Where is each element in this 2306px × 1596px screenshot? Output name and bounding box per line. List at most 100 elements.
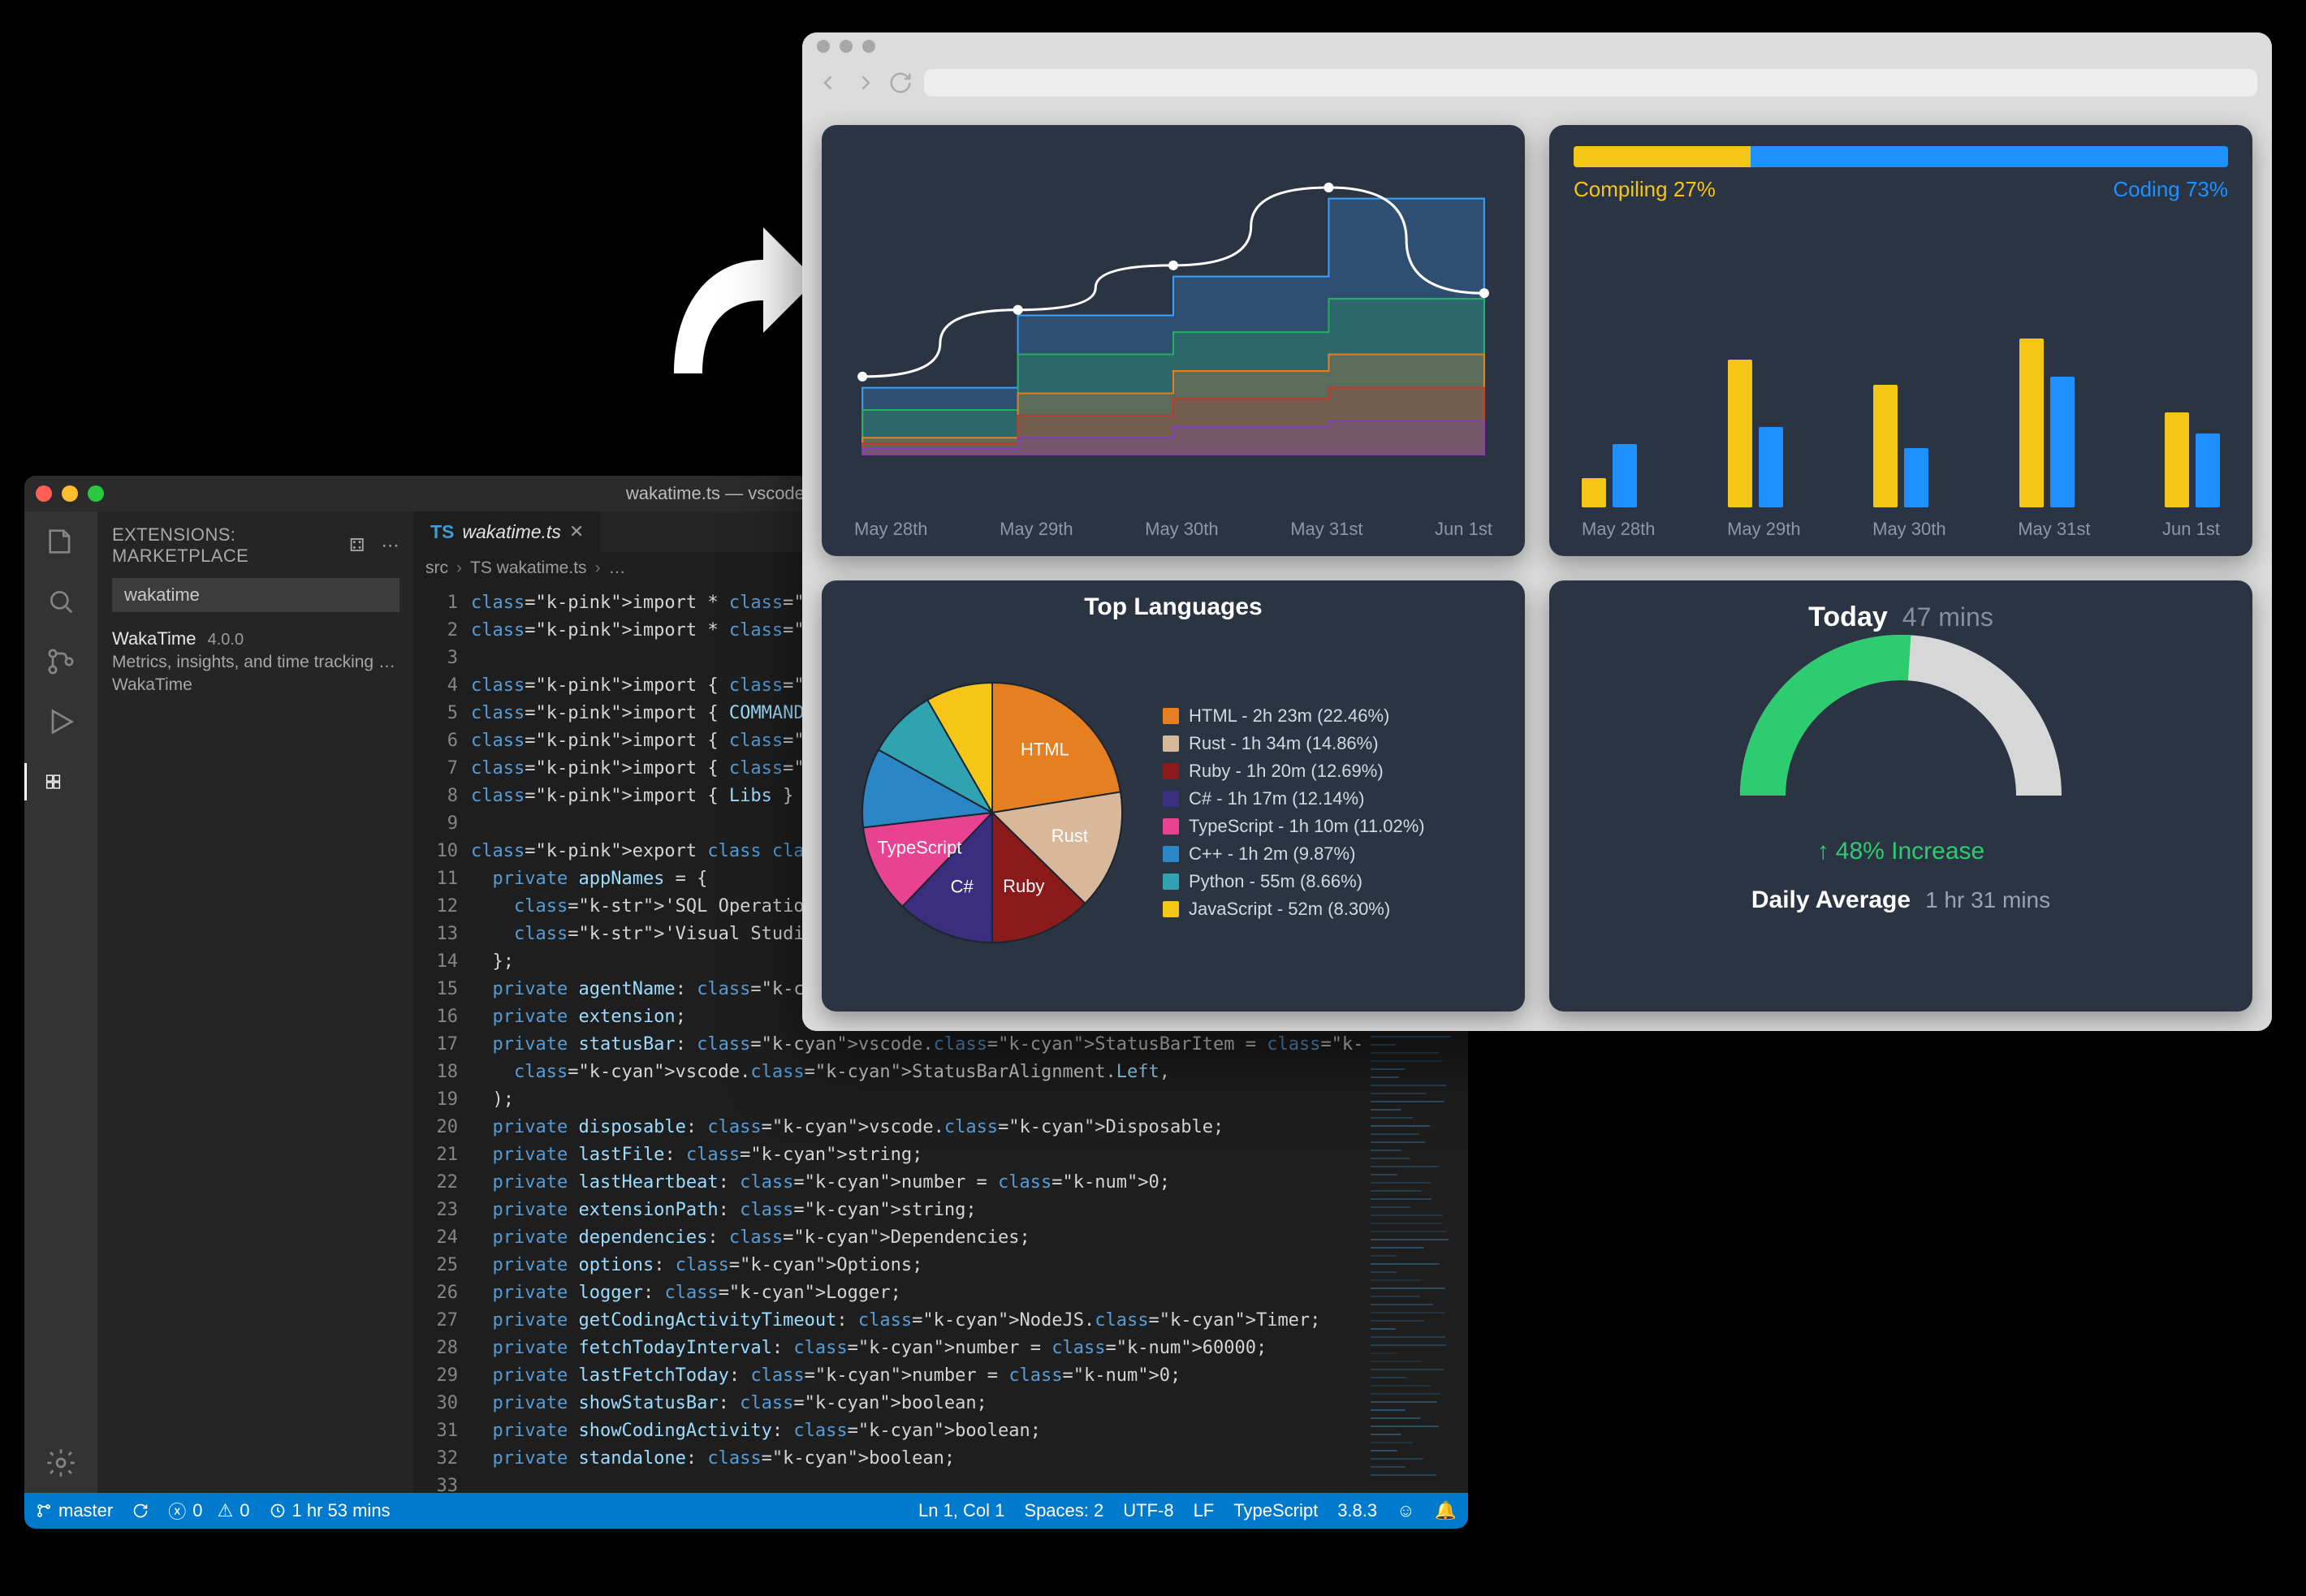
today-increase: ↑ 48% Increase — [1817, 838, 1984, 865]
legend-swatch — [1163, 708, 1179, 724]
extension-result[interactable]: WakaTime 4.0.0 Metrics, insights, and ti… — [97, 623, 414, 700]
close-tab-icon[interactable]: ✕ — [569, 521, 584, 542]
status-tsver[interactable]: 3.8.3 — [1337, 1500, 1377, 1521]
status-spaces[interactable]: Spaces: 2 — [1024, 1500, 1103, 1521]
crumb[interactable]: … — [609, 559, 626, 578]
axis-label: May 29th — [1000, 519, 1073, 540]
activity-bar — [24, 511, 97, 1493]
back-icon[interactable] — [817, 71, 841, 95]
filter-icon[interactable]: ⚃ — [349, 535, 365, 556]
status-problems[interactable]: ⓧ0 ⚠0 — [168, 1498, 249, 1524]
bar-group — [2019, 339, 2075, 507]
zoom-window-button[interactable] — [88, 485, 104, 502]
extensions-icon[interactable] — [24, 763, 62, 800]
today-value: 47 mins — [1902, 602, 1993, 632]
debug-icon[interactable] — [42, 703, 80, 740]
extensions-search-input[interactable]: wakatime — [112, 578, 399, 612]
browser-dot — [862, 40, 875, 53]
bar — [1582, 478, 1606, 507]
legend-text: JavaScript - 52m (8.30%) — [1189, 899, 1390, 920]
today-card: Today 47 mins ↑ 48% Increase Daily Avera… — [1549, 580, 2252, 1012]
axis-label: May 30th — [1872, 519, 1946, 540]
extension-description: Metrics, insights, and time tracking au… — [112, 653, 399, 672]
activity-timeline-card: May 28thMay 29thMay 30thMay 31stJun 1st — [822, 125, 1525, 556]
legend-text: Rust - 1h 34m (14.86%) — [1189, 733, 1379, 754]
explorer-icon[interactable] — [42, 523, 80, 560]
legend-text: Ruby - 1h 20m (12.69%) — [1189, 761, 1384, 782]
top-languages-card: Top Languages HTMLRustRubyC#TypeScript H… — [822, 580, 1525, 1012]
editor-tab[interactable]: TS wakatime.ts ✕ — [414, 511, 600, 552]
legend-swatch — [1163, 873, 1179, 890]
pie-slice-label: Ruby — [1003, 875, 1044, 895]
url-bar[interactable] — [924, 69, 2257, 97]
status-lang[interactable]: TypeScript — [1233, 1500, 1318, 1521]
bar — [1904, 448, 1928, 507]
legend-item: Python - 55m (8.66%) — [1163, 871, 1425, 892]
axis-label: Jun 1st — [1435, 519, 1492, 540]
axis-label: Jun 1st — [2162, 519, 2220, 540]
legend-text: Python - 55m (8.66%) — [1189, 871, 1362, 892]
legend-item: C++ - 1h 2m (9.87%) — [1163, 843, 1425, 865]
crumb[interactable]: src — [425, 559, 448, 578]
axis-label: May 28th — [1582, 519, 1656, 540]
gear-icon[interactable] — [42, 1444, 80, 1482]
status-wakatime[interactable]: 1 hr 53 mins — [270, 1500, 391, 1521]
legend-item: JavaScript - 52m (8.30%) — [1163, 899, 1425, 920]
minimize-window-button[interactable] — [62, 485, 78, 502]
axis-label: May 31st — [1290, 519, 1362, 540]
status-bell-icon[interactable]: 🔔 — [1435, 1500, 1457, 1521]
browser-chrome — [802, 32, 2272, 106]
extension-name: WakaTime — [112, 628, 196, 649]
status-sync[interactable] — [132, 1503, 149, 1519]
daily-average-value: 1 hr 31 mins — [1925, 887, 2050, 913]
bar — [1873, 385, 1898, 507]
status-bar: master ⓧ0 ⚠0 1 hr 53 mins Ln 1, Col 1 Sp… — [24, 1493, 1468, 1529]
progress-segment — [1751, 146, 2228, 167]
more-icon[interactable]: ⋯ — [382, 535, 399, 556]
close-window-button[interactable] — [36, 485, 52, 502]
bar-group — [1582, 444, 1637, 507]
today-label: Today — [1808, 602, 1888, 633]
extension-publisher: WakaTime — [112, 675, 399, 695]
pie-slice-label: Rust — [1052, 826, 1088, 846]
axis-label: May 30th — [1145, 519, 1219, 540]
up-arrow-icon: ↑ — [1817, 838, 1829, 865]
bar-group — [1728, 360, 1783, 507]
status-eol[interactable]: LF — [1194, 1500, 1215, 1521]
crumb[interactable]: TS wakatime.ts — [470, 559, 587, 578]
traffic-lights[interactable] — [36, 485, 104, 502]
sidebar-title: EXTENSIONS: MARKETPLACE — [112, 524, 349, 567]
activity-timeline-chart — [846, 146, 1501, 485]
bar — [2196, 434, 2220, 507]
legend-swatch — [1163, 735, 1179, 752]
top-languages-pie: HTMLRustRubyC#TypeScript — [846, 666, 1138, 959]
legend-swatch — [1163, 763, 1179, 779]
status-encoding[interactable]: UTF-8 — [1123, 1500, 1173, 1521]
gauge-arc — [1763, 658, 1910, 796]
today-gauge — [1730, 633, 2071, 828]
pie-slice-label: C# — [951, 876, 974, 896]
bar — [2019, 339, 2044, 507]
extension-version: 4.0.0 — [208, 631, 244, 649]
legend-swatch — [1163, 818, 1179, 835]
status-feedback-icon[interactable]: ☺ — [1397, 1500, 1414, 1521]
status-cursor[interactable]: Ln 1, Col 1 — [918, 1500, 1004, 1521]
bar — [1759, 427, 1783, 507]
bar — [1613, 444, 1637, 507]
bar — [2165, 412, 2189, 507]
line-gutter: 1234567891011121314151617181920212223242… — [414, 584, 471, 1493]
scm-icon[interactable] — [42, 643, 80, 680]
browser-dot — [817, 40, 830, 53]
ts-badge-icon: TS — [430, 521, 454, 543]
legend-item: TypeScript - 1h 10m (11.02%) — [1163, 816, 1425, 837]
axis-label: May 29th — [1727, 519, 1801, 540]
search-value: wakatime — [124, 584, 200, 606]
reload-icon[interactable] — [888, 71, 913, 95]
forward-icon[interactable] — [853, 71, 877, 95]
bar — [2050, 377, 2075, 507]
search-icon[interactable] — [42, 583, 80, 620]
legend-text: TypeScript - 1h 10m (11.02%) — [1189, 816, 1425, 837]
pie-slice-label: HTML — [1021, 739, 1069, 759]
status-branch[interactable]: master — [36, 1500, 113, 1521]
compiling-label: Compiling 27% — [1574, 177, 1716, 202]
